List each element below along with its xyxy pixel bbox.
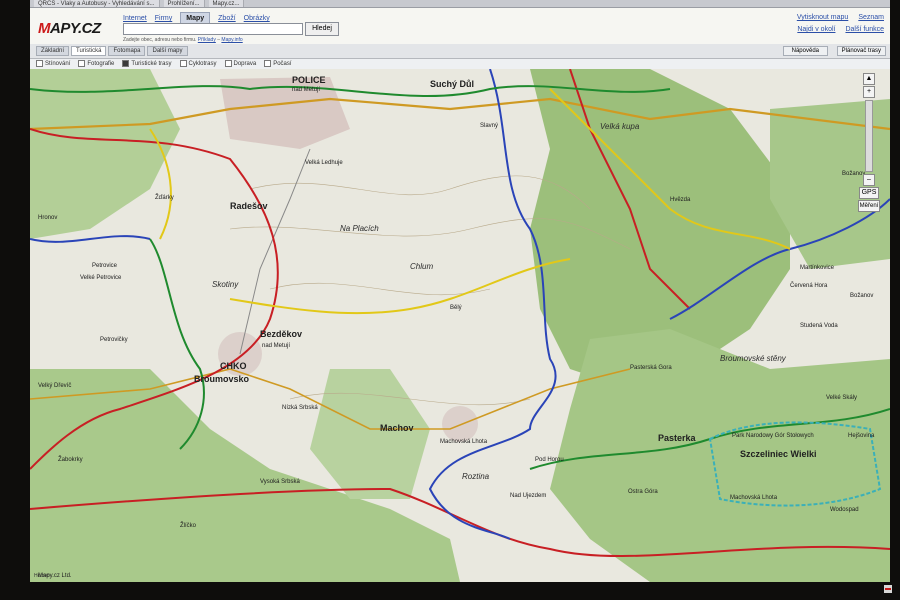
label-pasterska-gora: Pasterská Gora (630, 365, 672, 371)
label-vysoka-srbska: Vysoká Srbská (260, 479, 300, 485)
tab-dalsi-mapy[interactable]: Další mapy (147, 46, 188, 56)
checkbox[interactable] (122, 60, 130, 68)
map-tabs: Základní Turistická Fotomapa Další mapy … (30, 44, 890, 59)
label-nad-ujezdem: Nad Ujezdem (510, 493, 546, 499)
label-slavny: Slavný (480, 123, 498, 129)
zoom-out-button[interactable]: – (863, 174, 875, 186)
layer-shading[interactable]: Stínování (36, 60, 70, 68)
layer-transport[interactable]: Doprava (224, 60, 256, 68)
nav-zbozi[interactable]: Zboží (218, 15, 236, 22)
status-bar: Hotovo (34, 573, 50, 579)
browser-tab[interactable]: Prohlížení... (163, 0, 205, 7)
right-links: Vytisknout mapu Seznam Najdi v okolí Dal… (797, 14, 884, 33)
checkbox[interactable] (36, 60, 43, 68)
label-police: POLICE (292, 75, 326, 85)
label-suchy-dul: Suchý Důl (430, 79, 474, 89)
label-pasterka: Pasterka (658, 433, 697, 443)
label-machov: Machov (380, 423, 414, 433)
browser-tabstrip: QRCS - Vlaky a Autobusy - Vyhledávání s.… (30, 0, 890, 8)
tab-fotomapa[interactable]: Fotomapa (108, 46, 146, 56)
label-rozna: Roztina (462, 472, 490, 481)
route-planner-button[interactable]: Plánovač trasy (836, 46, 886, 56)
search-hint: Zadejte obec, adresu nebo firmu. Příklad… (123, 37, 243, 43)
checkbox[interactable] (179, 60, 187, 68)
layer-photos[interactable]: Fotografie (78, 60, 114, 68)
nearby-link[interactable]: Najdi v okolí (797, 26, 835, 33)
nav-firmy[interactable]: Firmy (155, 15, 173, 22)
label-petrovicky: Petrovičky (100, 337, 128, 343)
label-zabokrky: Žabokrky (58, 455, 83, 463)
label-ostra-gora: Ostra Góra (628, 489, 658, 495)
label-police-nad-metuji: nad Metují (292, 87, 320, 93)
map-canvas[interactable]: POLICE nad Metují Suchý Důl Slavný Velká… (30, 68, 890, 582)
label-hejsovina: Hejšovina (848, 433, 875, 439)
label-hronov: Hronov (38, 215, 57, 221)
label-petrovice: Petrovice (92, 263, 118, 269)
label-hvezda: Hvězda (670, 197, 691, 203)
layer-cycling[interactable]: Cyklotrasy (179, 60, 217, 68)
nav-internet[interactable]: Internet (123, 15, 147, 22)
tab-turisticka[interactable]: Turistická (71, 46, 107, 56)
gps-button[interactable]: GPS (859, 187, 879, 199)
checkbox[interactable] (264, 60, 272, 68)
layer-hiking-trails[interactable]: Turistické trasy (122, 60, 172, 68)
measure-button[interactable]: Měření (858, 200, 880, 212)
label-velke-skaly: Velké Skály (826, 395, 857, 401)
label-velke-petrovice: Velké Petrovice (80, 275, 122, 281)
map-svg[interactable]: POLICE nad Metují Suchý Důl Slavný Velká… (30, 68, 890, 582)
label-zlicko: Žlíčko (180, 521, 197, 529)
label-bely: Bělý (450, 305, 462, 311)
hint-link-examples[interactable]: Příklady (198, 37, 216, 43)
search-input[interactable] (123, 23, 303, 35)
label-chko: CHKO (220, 361, 247, 371)
label-velky-drevic: Velký Dřevíč (38, 383, 71, 389)
layer-weather[interactable]: Počasí (264, 60, 292, 68)
label-szczeliniec: Szczeliniec Wielki (740, 449, 816, 459)
label-bezdekov-nad-metuji: nad Metují (262, 343, 290, 349)
label-velka-kupa: Velká kupa (600, 122, 640, 131)
seznam-link[interactable]: Seznam (858, 14, 884, 21)
pan-up-icon[interactable]: ▲ (863, 73, 875, 85)
label-skotiny: Skotiny (212, 280, 239, 289)
label-velka-ledhuje: Velká Ledhuje (305, 160, 343, 166)
label-nizka-srbska: Nízká Srbská (282, 405, 318, 411)
label-pod-horou: Pod Horou (535, 457, 564, 463)
label-martinkovice: Martínkovice (800, 265, 835, 271)
hint-link-info[interactable]: Mapy.info (221, 37, 242, 43)
label-chlum: Chlum (410, 262, 433, 271)
screen: QRCS - Vlaky a Autobusy - Vyhledávání s.… (30, 0, 890, 582)
nav-obrazky[interactable]: Obrázky (244, 15, 270, 22)
zoom-control: ▲ + – GPS Měření (858, 72, 880, 213)
monitor-indicator-icon (884, 585, 892, 593)
label-cervena-hora: Červená Hora (790, 282, 828, 289)
label-bozanov-2: Božanov (850, 293, 873, 299)
page-header: MAPY.CZ Internet Firmy Mapy Zboží Obrázk… (30, 8, 890, 44)
label-park-narodowy: Park Narodowy Gór Stołowych (732, 433, 814, 439)
tab-zakladni[interactable]: Základní (36, 46, 70, 56)
zoom-in-button[interactable]: + (863, 86, 875, 98)
label-zdarky: Žďárky (155, 193, 174, 201)
label-broumovske-steny: Broumovské stěny (720, 354, 787, 363)
label-machovska-lhota-2: Machovská Lhota (730, 495, 778, 501)
layer-toggles: Stínování Fotografie Turistické trasy Cy… (30, 59, 890, 69)
label-radesov: Radešov (230, 201, 268, 211)
zoom-slider[interactable] (865, 100, 873, 172)
label-machovska-lhota: Machovská Lhota (440, 439, 488, 445)
checkbox[interactable] (224, 60, 232, 68)
town-machov (442, 406, 478, 442)
label-wodospad: Wodospad (830, 507, 859, 513)
print-map-link[interactable]: Vytisknout mapu (797, 14, 849, 21)
browser-tab[interactable]: QRCS - Vlaky a Autobusy - Vyhledávání s.… (34, 0, 160, 7)
help-button[interactable]: Nápověda (782, 46, 828, 56)
label-studena-voda: Studená Voda (800, 323, 838, 329)
search-button[interactable]: Hledej (305, 22, 339, 36)
label-bezdekov: Bezděkov (260, 329, 302, 339)
label-na-placich: Na Placích (340, 224, 379, 233)
more-functions-link[interactable]: Další funkce (845, 26, 884, 33)
checkbox[interactable] (78, 60, 86, 68)
label-broumovsko: Broumovsko (194, 374, 250, 384)
browser-tab[interactable]: Mapy.cz... (208, 0, 245, 7)
site-logo[interactable]: MAPY.CZ (38, 20, 101, 37)
